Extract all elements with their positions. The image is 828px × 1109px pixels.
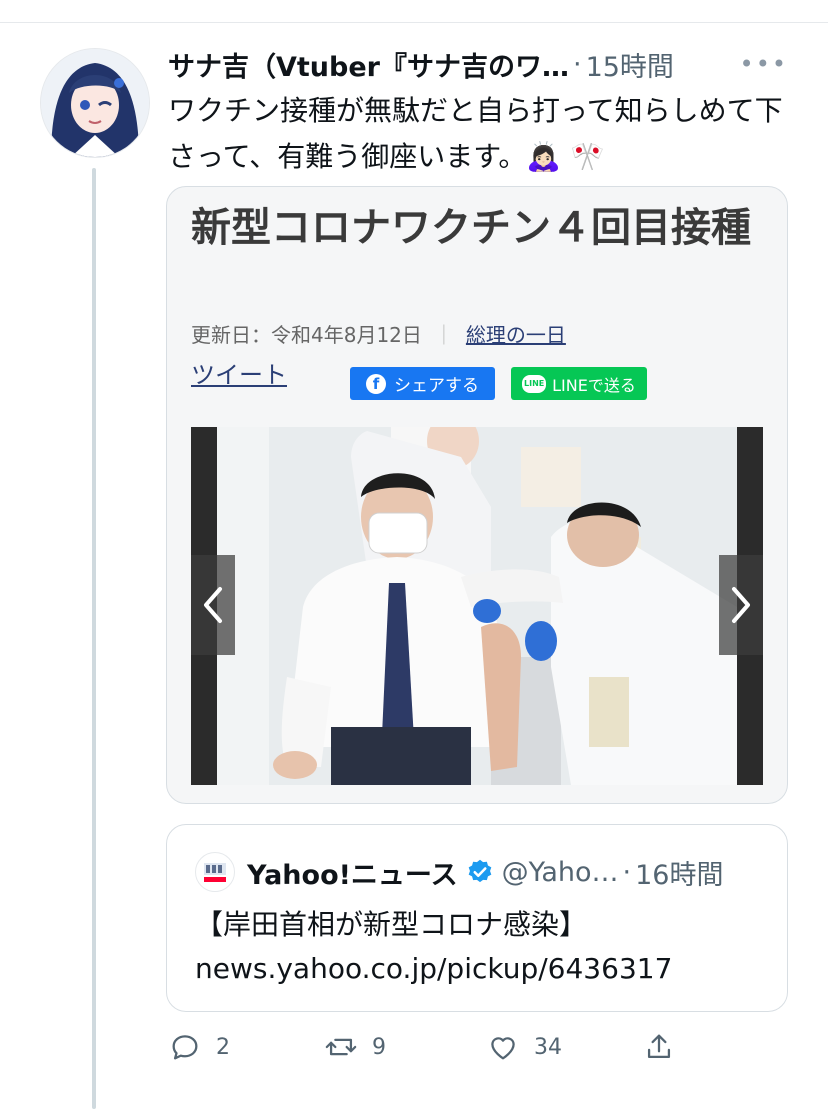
retweet-count: 9 (372, 1034, 386, 1060)
quoted-text-line-2: news.yahoo.co.jp/pickup/6436317 (195, 952, 673, 985)
avatar[interactable] (40, 48, 150, 158)
quoted-time[interactable]: 16時間 (635, 853, 723, 892)
quoted-separator: · (622, 856, 632, 888)
share-icon (647, 1034, 671, 1059)
prime-minister-day-link[interactable]: 総理の一日 (466, 323, 566, 347)
chevron-right-icon (732, 587, 750, 623)
reply-icon (172, 1035, 198, 1060)
tweet-time[interactable]: 15時間 (586, 45, 674, 84)
line-icon: LINE (522, 374, 547, 393)
article-meta: 更新日：令和4年8月12日 ｜ 総理の一日 (191, 319, 566, 348)
reply-button[interactable]: 2 (168, 1030, 230, 1064)
chevron-left-icon (204, 587, 222, 623)
like-button[interactable]: 34 (486, 1030, 562, 1064)
quoted-tweet[interactable]: Yahoo!ニュース @Yaho… · 16時間 【岸田首相が新型コロナ感染】 … (166, 824, 788, 1012)
tweet-text: ワクチン接種が無駄だと自ら打って知らしめて下さって、有難う御座います。🙇🏻‍♀️… (168, 94, 783, 173)
vaccination-photo[interactable] (191, 427, 763, 785)
quoted-text-line-1: 【岸田首相が新型コロナ感染】 (195, 908, 588, 941)
quoted-tweet-text: 【岸田首相が新型コロナ感染】 news.yahoo.co.jp/pickup/6… (195, 903, 763, 991)
like-count: 34 (534, 1034, 562, 1060)
retweet-icon (325, 1038, 357, 1056)
quoted-handle[interactable]: @Yaho… (502, 857, 619, 888)
carousel-prev-button[interactable] (191, 555, 235, 655)
quoted-tweet-header: Yahoo!ニュース @Yaho… · 16時間 (195, 851, 763, 893)
heart-icon (491, 1037, 515, 1060)
retweet-button[interactable]: 9 (324, 1030, 386, 1064)
carousel-next-button[interactable] (719, 555, 763, 655)
verified-badge-icon (468, 859, 491, 883)
tweet-header: サナ吉（Vtuber『サナ吉のワ… · 15時間 ••• (168, 44, 788, 84)
reply-count: 2 (216, 1034, 230, 1060)
facebook-share-button[interactable]: f シェアする (350, 367, 495, 400)
facebook-share-label: シェアする (394, 376, 479, 396)
yahoo-news-avatar[interactable] (195, 852, 235, 892)
meta-separator: ｜ (433, 323, 454, 347)
yahoo-news-logo-icon (204, 863, 226, 882)
link-card[interactable]: 新型コロナワクチン４回目接種 更新日：令和4年8月12日｜総理の一日 ツイート … (166, 186, 788, 804)
facebook-icon: f (366, 373, 386, 394)
line-share-button[interactable]: LINE LINEで送る (511, 367, 647, 400)
thread-line (92, 168, 96, 1109)
share-button[interactable] (642, 1030, 676, 1064)
tweet-share-link[interactable]: ツイート (191, 355, 287, 390)
article-title: 新型コロナワクチン４回目接種 (191, 205, 751, 251)
tweet-actions: 2 9 34 (168, 1030, 728, 1070)
top-divider (0, 22, 828, 23)
quoted-display-name[interactable]: Yahoo!ニュース (247, 853, 458, 892)
updated-date: 更新日：令和4年8月12日 (191, 323, 422, 347)
line-share-label: LINEで送る (552, 375, 636, 395)
header-separator: · (572, 48, 582, 80)
display-name[interactable]: サナ吉（Vtuber『サナ吉のワ… (168, 45, 569, 84)
more-options-icon[interactable]: ••• (740, 50, 788, 78)
